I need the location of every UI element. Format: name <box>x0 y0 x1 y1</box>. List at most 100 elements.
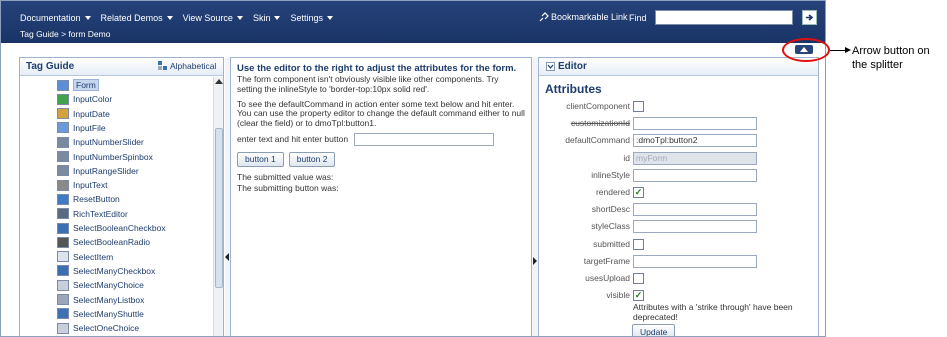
demo-buttons: button 1 button 2 <box>237 151 525 167</box>
attribute-row: inlineStyle <box>539 168 818 183</box>
annotation-label: Arrow button on the splitter <box>852 45 930 71</box>
menu-label: Related Demos <box>100 13 163 23</box>
menu-skin[interactable]: Skin <box>253 13 281 23</box>
tree-item[interactable]: ResetButton <box>57 192 120 206</box>
component-icon <box>57 165 69 177</box>
find-input[interactable] <box>655 10 793 25</box>
sort-icon <box>158 61 167 70</box>
highlight-ellipse <box>782 38 830 62</box>
attribute-label: inlineStyle <box>591 169 630 180</box>
tree-item[interactable]: SelectManyChoice <box>57 278 144 292</box>
attribute-input[interactable] <box>633 254 757 268</box>
tag-guide-pane: Tag Guide Alphabetical Form InputColor Inp… <box>19 57 224 336</box>
tree-item[interactable]: InputRangeSlider <box>57 164 139 178</box>
attribute-row: styleClass <box>539 220 818 234</box>
tree-item[interactable]: InputDate <box>57 107 110 121</box>
attribute-label: submitted <box>593 238 630 249</box>
attribute-label: customizationId <box>570 118 630 129</box>
attribute-row: rendered ✓ <box>539 186 818 200</box>
attribute-checkbox[interactable]: ✓ <box>633 290 644 302</box>
scroll-up-icon[interactable] <box>215 79 223 84</box>
tree-item[interactable]: InputFile <box>57 121 106 135</box>
tree-item-label: SelectOneChoice <box>73 323 140 334</box>
attribute-input[interactable] <box>633 203 757 217</box>
component-icon <box>57 136 69 148</box>
attribute-input[interactable] <box>633 117 757 131</box>
submitted-value-text: The submitted value was: <box>237 171 334 182</box>
button-2[interactable]: button 2 <box>288 151 336 167</box>
attribute-label: targetFrame <box>583 255 630 266</box>
editor-toggle[interactable]: Editor <box>546 61 587 72</box>
annotation-arrow-line <box>830 50 846 51</box>
tree-item[interactable]: SelectItem <box>57 250 113 264</box>
bookmark-label: Bookmarkable Link <box>551 12 628 22</box>
attribute-label: id <box>623 152 630 163</box>
scrollbar[interactable] <box>213 77 223 336</box>
alphabetical-sort-button[interactable]: Alphabetical <box>158 61 216 71</box>
attribute-input[interactable] <box>633 168 757 182</box>
tree-item[interactable]: SelectOneChoice <box>57 321 139 335</box>
attribute-row: submitted <box>539 238 818 252</box>
component-icon <box>57 208 69 220</box>
menu-bar: Documentation Related Demos View Source … <box>20 13 333 23</box>
text-entry-row: enter text and hit enter button <box>237 132 525 146</box>
attribute-label: visible <box>606 290 630 301</box>
demo-instructions: To see the defaultCommand in action ente… <box>237 98 525 129</box>
component-icon <box>57 193 69 205</box>
attribute-row: customizationId <box>539 117 818 131</box>
menu-view-source[interactable]: View Source <box>183 13 243 23</box>
update-button[interactable]: Update <box>632 324 676 336</box>
tree-item[interactable]: RichTextEditor <box>57 207 128 221</box>
attribute-row: shortDesc <box>539 203 818 217</box>
tree-item-label: SelectItem <box>73 251 114 262</box>
text-entry-input[interactable] <box>354 132 495 146</box>
tree-item[interactable]: SelectManyShuttle <box>57 307 144 321</box>
component-icon <box>57 308 69 320</box>
attribute-label: clientComponent <box>566 101 630 111</box>
component-icon <box>57 122 69 134</box>
arrow-right-icon <box>806 14 814 21</box>
tree-item[interactable]: SelectManyCheckbox <box>57 264 155 278</box>
tree-item[interactable]: InputNumberSpinbox <box>57 150 153 164</box>
attributes-title: Attributes <box>545 82 602 96</box>
attribute-row: usesUpload <box>539 272 818 286</box>
tree-item-label: SelectBooleanRadio <box>73 237 151 248</box>
tag-guide-header: Tag Guide Alphabetical <box>20 58 223 76</box>
button-1[interactable]: button 1 <box>237 151 284 167</box>
attribute-checkbox[interactable] <box>633 273 644 284</box>
breadcrumb: Tag Guide > form Demo <box>20 29 111 39</box>
component-icon <box>57 322 69 334</box>
menu-label: Settings <box>290 13 323 23</box>
link-icon <box>539 12 549 22</box>
attribute-checkbox[interactable]: ✓ <box>633 187 644 198</box>
tree-item[interactable]: SelectBooleanRadio <box>57 235 150 249</box>
component-icon <box>57 251 69 263</box>
menu-related-demos[interactable]: Related Demos <box>101 13 173 23</box>
scroll-thumb[interactable] <box>215 128 223 288</box>
tree-item[interactable]: InputColor <box>57 92 112 106</box>
menu-documentation[interactable]: Documentation <box>20 13 91 23</box>
component-icon <box>57 222 69 234</box>
find-button[interactable] <box>802 10 817 25</box>
collapse-left-icon[interactable] <box>225 253 229 261</box>
attribute-input[interactable]: :dmoTpl:button2 <box>633 134 757 148</box>
tree-item[interactable]: SelectBooleanCheckbox <box>57 221 166 235</box>
tree-item[interactable]: Form <box>57 78 99 92</box>
attribute-row: defaultCommand:dmoTpl:button2 <box>539 134 818 148</box>
component-icon <box>57 79 69 91</box>
attribute-checkbox[interactable] <box>633 238 644 250</box>
attribute-input[interactable] <box>633 220 757 234</box>
tree-item[interactable]: InputText <box>57 178 108 192</box>
attribute-label: defaultCommand <box>565 135 630 146</box>
component-icon <box>57 236 69 248</box>
bookmarkable-link[interactable]: Bookmarkable Link <box>539 12 628 22</box>
top-bar: Documentation Related Demos View Source … <box>1 1 825 43</box>
attribute-label: rendered <box>595 187 630 197</box>
collapse-right-icon[interactable] <box>533 257 537 265</box>
tree-item[interactable]: InputNumberSlider <box>57 135 144 149</box>
menu-label: View Source <box>182 13 233 23</box>
attribute-checkbox[interactable] <box>633 101 644 112</box>
tree-item-label: SelectManyChoice <box>73 280 144 291</box>
menu-settings[interactable]: Settings <box>290 13 333 23</box>
tree-item[interactable]: SelectManyListbox <box>57 293 144 307</box>
